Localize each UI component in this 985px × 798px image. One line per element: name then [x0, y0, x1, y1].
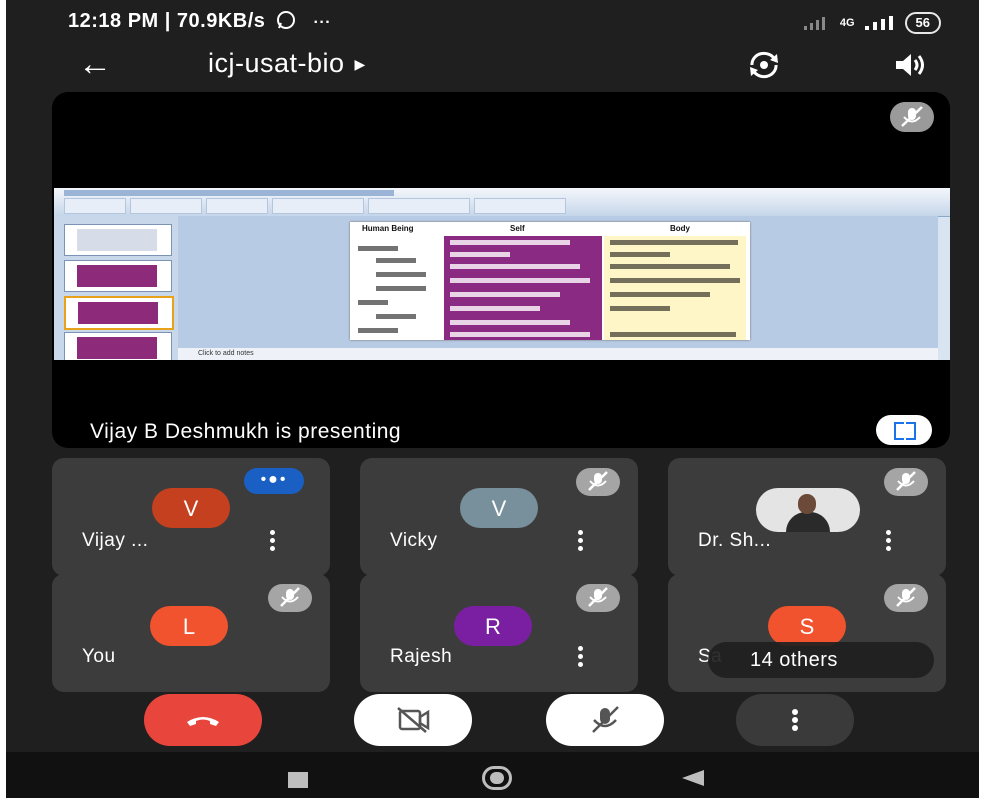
mic-off-icon: [576, 468, 620, 496]
status-bar: 12:18 PM | 70.9KB/s ··· 4G 56: [6, 0, 979, 44]
participant-name: You: [82, 646, 116, 667]
body-column: [604, 236, 746, 340]
more-vert-icon: [792, 709, 798, 731]
avatar: L: [150, 606, 228, 646]
status-right: 4G 56: [803, 12, 941, 34]
participant-options-icon[interactable]: [578, 530, 584, 552]
meeting-title[interactable]: icj-usat-bio ▶: [208, 48, 366, 79]
back-icon[interactable]: [682, 770, 704, 786]
participant-name: Dr. Sh...: [698, 530, 772, 551]
slide-notes: Click to add notes: [178, 348, 938, 360]
participant-tile-rajesh[interactable]: R Rajesh: [360, 574, 638, 692]
fullscreen-button[interactable]: [876, 415, 932, 445]
call-header: ← icj-usat-bio ▶: [6, 44, 979, 90]
more-options-button[interactable]: [736, 694, 854, 746]
slide-content: Human Being Self Body: [350, 222, 750, 340]
participant-name: Vijay ...: [82, 530, 149, 551]
participant-options-icon[interactable]: [270, 530, 276, 552]
mic-off-icon: [268, 584, 312, 612]
expand-icon: ▶: [354, 56, 366, 73]
presenter-muted-badge: [890, 102, 934, 132]
mic-off-icon: [884, 584, 928, 612]
participant-options-icon[interactable]: [886, 530, 892, 552]
back-arrow-icon[interactable]: ←: [78, 44, 112, 84]
shared-slide: Human Being Self Body Click to add notes: [54, 188, 950, 360]
camera-toggle-button[interactable]: [354, 694, 472, 746]
avatar: R: [454, 606, 532, 646]
others-count-badge[interactable]: 14 others: [708, 642, 934, 678]
whatsapp-icon: [277, 11, 296, 29]
participant-tile-vicky[interactable]: V Vicky: [360, 458, 638, 576]
participant-tile-sa[interactable]: S Sa 14 others: [668, 574, 946, 692]
system-navigation-bar: [6, 752, 979, 798]
status-time: 12:18 PM | 70.9KB/s ···: [68, 10, 332, 32]
avatar: S: [768, 606, 846, 646]
mic-off-icon: [592, 706, 619, 733]
switch-camera-icon[interactable]: [747, 50, 781, 80]
app-ribbon: [54, 188, 950, 217]
avatar: V: [460, 488, 538, 528]
slide-header-body: Body: [670, 224, 690, 233]
mic-off-icon: [576, 584, 620, 612]
network-type: 4G: [839, 17, 855, 29]
microphone-toggle-button[interactable]: [546, 694, 664, 746]
speaking-indicator-icon: •●•: [244, 468, 304, 494]
mic-off-icon: [884, 468, 928, 496]
participant-tile-you[interactable]: L You: [52, 574, 330, 692]
participant-tile-dr-sh[interactable]: Dr. Sh...: [668, 458, 946, 576]
avatar: V: [152, 488, 230, 528]
self-column: [444, 236, 602, 340]
participant-name: Rajesh: [390, 646, 453, 667]
slide-thumbnails: [54, 216, 179, 360]
signal-strength-icon: [864, 16, 893, 30]
camera-off-icon: [397, 707, 430, 733]
end-call-button[interactable]: [144, 694, 262, 746]
slide-header-human-being: Human Being: [362, 224, 414, 233]
participant-tile-vijay[interactable]: •●• V Vijay ...: [52, 458, 330, 576]
phone-hangup-icon: [187, 717, 219, 726]
signal-icon: [803, 17, 825, 30]
avatar-photo: [756, 488, 860, 532]
presenting-caption: Vijay B Deshmukh is presenting: [90, 420, 402, 443]
home-icon[interactable]: [482, 766, 512, 790]
speaker-icon[interactable]: [893, 50, 927, 80]
participant-name: Vicky: [390, 530, 438, 551]
battery-indicator: 56: [904, 12, 941, 34]
slide-header-self: Self: [510, 224, 525, 233]
mic-off-icon: [901, 106, 923, 127]
recents-icon[interactable]: [288, 772, 308, 788]
meet-screen: 12:18 PM | 70.9KB/s ··· 4G 56 ← icj-usat…: [6, 0, 979, 798]
presentation-view[interactable]: Human Being Self Body Click to add notes…: [52, 92, 950, 448]
participant-options-icon[interactable]: [578, 646, 584, 668]
